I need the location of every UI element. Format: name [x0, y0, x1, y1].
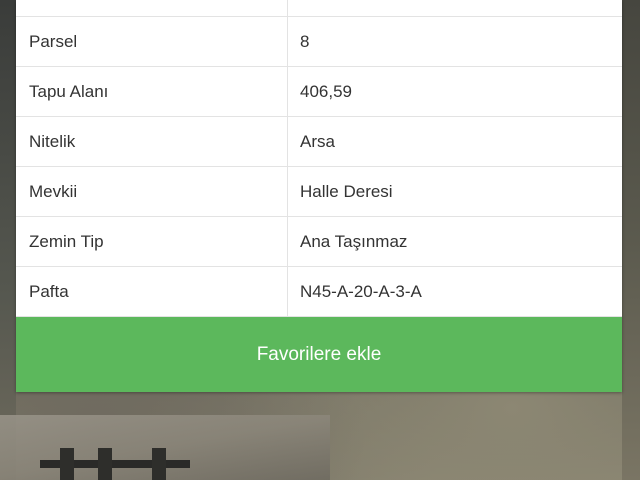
- row-value: 406,59: [300, 82, 352, 101]
- map-structure: [40, 448, 190, 480]
- row-value: 8: [300, 32, 310, 51]
- row-value: N45-A-20-A-3-A: [300, 282, 422, 301]
- parcel-info-panel: Parsel 8 Tapu Alanı 406,59 Nitelik Arsa …: [16, 0, 622, 392]
- row-label: Pafta: [16, 267, 288, 316]
- map-left-edge: [0, 0, 16, 480]
- table-row-parsel: Parsel 8: [16, 17, 622, 67]
- add-to-favorites-button[interactable]: Favorilere ekle: [16, 317, 622, 392]
- row-label: Zemin Tip: [16, 217, 288, 266]
- table-row-tapu-alani: Tapu Alanı 406,59: [16, 67, 622, 117]
- row-label: Parsel: [16, 17, 288, 66]
- row-value: Ana Taşınmaz: [300, 232, 408, 251]
- row-value: [288, 0, 622, 16]
- row-label: Nitelik: [16, 117, 288, 166]
- table-row-pafta: Pafta N45-A-20-A-3-A: [16, 267, 622, 317]
- row-value: Arsa: [300, 132, 335, 151]
- row-label: Tapu Alanı: [16, 67, 288, 116]
- row-value: Halle Deresi: [300, 182, 393, 201]
- table-row-zemin-tip: Zemin Tip Ana Taşınmaz: [16, 217, 622, 267]
- table-row-mevkii: Mevkii Halle Deresi: [16, 167, 622, 217]
- map-right-edge: [622, 0, 640, 480]
- row-label: [16, 0, 288, 16]
- table-row: [16, 0, 622, 17]
- table-row-nitelik: Nitelik Arsa: [16, 117, 622, 167]
- row-label: Mevkii: [16, 167, 288, 216]
